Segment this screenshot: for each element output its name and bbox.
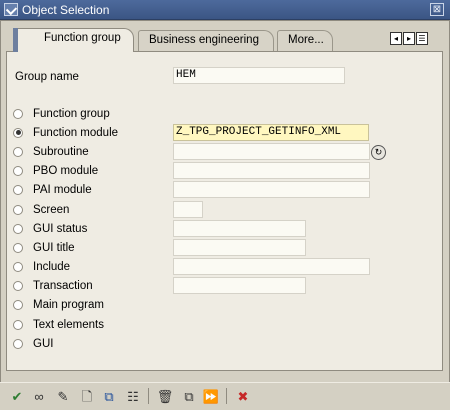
glasses-icon[interactable]: ∞ <box>30 387 48 405</box>
object-name-input[interactable] <box>173 201 203 218</box>
object-name-input[interactable] <box>173 143 370 160</box>
radio-option[interactable]: GUI title <box>13 239 75 256</box>
radio-button[interactable] <box>13 165 23 176</box>
object-name-input[interactable] <box>173 162 370 179</box>
radio-label: GUI <box>33 337 54 350</box>
pencil-icon[interactable]: ✎ <box>54 387 72 405</box>
window-menu-icon[interactable] <box>4 3 18 16</box>
toolbar-separator <box>226 388 227 404</box>
radio-option[interactable]: GUI <box>13 335 53 352</box>
radio-button[interactable] <box>13 146 23 157</box>
radio-button[interactable] <box>13 184 23 195</box>
tab-function-group[interactable]: Function group <box>13 28 134 52</box>
tab-business-engineering[interactable]: Business engineering <box>138 30 274 51</box>
object-name-input[interactable] <box>173 277 306 294</box>
tab-label: Business engineering <box>149 34 259 46</box>
group-name-label: Group name <box>15 71 79 83</box>
object-name-input[interactable]: Z_TPG_PROJECT_GETINFO_XML <box>173 124 369 141</box>
dialog-frame: Function group Business engineering More… <box>0 20 450 410</box>
object-name-input[interactable] <box>173 181 370 198</box>
toolbar-separator <box>148 388 149 404</box>
radio-label: GUI status <box>33 222 88 235</box>
hierarchy-icon[interactable]: ⧉ <box>100 387 118 405</box>
trash-icon[interactable]: 🗑 <box>156 387 174 405</box>
tab-scroll-left-icon[interactable]: ◂ <box>390 32 402 45</box>
radio-label: Subroutine <box>33 145 89 158</box>
radio-label: PAI module <box>33 183 92 196</box>
radio-button[interactable] <box>13 280 23 291</box>
copy-icon[interactable]: ⧉ <box>180 387 198 405</box>
radio-option[interactable]: Main program <box>13 296 104 313</box>
radio-option[interactable]: Subroutine <box>13 143 89 160</box>
radio-button[interactable] <box>13 223 23 234</box>
check-icon[interactable]: ✔ <box>8 387 26 405</box>
tree-icon[interactable]: ☷ <box>124 387 142 405</box>
tab-list-icon[interactable]: ☰ <box>416 32 428 45</box>
radio-button[interactable] <box>13 338 23 349</box>
radio-option[interactable]: Screen <box>13 201 69 218</box>
tab-more[interactable]: More... <box>277 30 333 51</box>
radio-label: GUI title <box>33 241 75 254</box>
radio-label: Text elements <box>33 318 104 331</box>
tab-label: Function group <box>44 32 121 44</box>
radio-option[interactable]: Include <box>13 258 70 275</box>
radio-option[interactable]: PBO module <box>13 162 98 179</box>
radio-label: Include <box>33 260 71 273</box>
radio-button[interactable] <box>13 299 23 310</box>
radio-button[interactable] <box>13 127 23 138</box>
radio-label: Transaction <box>33 279 93 292</box>
radio-label: PBO module <box>33 164 99 177</box>
radio-label: Screen <box>33 203 70 216</box>
execute-icon[interactable]: ⏩ <box>202 387 220 405</box>
title-bar: Object Selection ⊠ <box>0 0 450 20</box>
radio-button[interactable] <box>13 261 23 272</box>
window-title: Object Selection <box>22 3 110 17</box>
radio-option[interactable]: PAI module <box>13 181 92 198</box>
tab-scroll-right-icon[interactable]: ▸ <box>403 32 415 45</box>
tab-navigation: ◂ ▸ ☰ <box>390 32 428 46</box>
radio-option[interactable]: Transaction <box>13 277 93 294</box>
radio-button[interactable] <box>13 204 23 215</box>
radio-label: Function module <box>33 126 119 139</box>
close-icon[interactable]: ⊠ <box>430 3 444 16</box>
search-help-button[interactable]: ↻ <box>371 145 386 160</box>
radio-option[interactable]: GUI status <box>13 220 87 237</box>
radio-button[interactable] <box>13 319 23 330</box>
group-name-input[interactable]: HEM <box>173 67 345 84</box>
cancel-icon[interactable]: ✖ <box>234 387 252 405</box>
object-name-input[interactable] <box>173 220 306 237</box>
object-name-input[interactable] <box>173 239 306 256</box>
tab-label: More... <box>288 34 324 46</box>
object-name-input[interactable] <box>173 258 370 275</box>
radio-button[interactable] <box>13 242 23 253</box>
application-toolbar: ✔ ∞ ✎ 🗋 ⧉ ☷ 🗑 ⧉ ⏩ ✖ <box>0 382 450 410</box>
new-document-icon[interactable]: 🗋 <box>78 387 96 405</box>
radio-label: Main program <box>33 298 104 311</box>
radio-option[interactable]: Function module <box>13 124 118 141</box>
radio-label: Function group <box>33 107 110 120</box>
radio-option[interactable]: Function group <box>13 105 110 122</box>
radio-button[interactable] <box>13 108 23 119</box>
radio-option[interactable]: Text elements <box>13 316 104 333</box>
tab-panel: Group name HEM Function group Function mo… <box>6 51 443 371</box>
